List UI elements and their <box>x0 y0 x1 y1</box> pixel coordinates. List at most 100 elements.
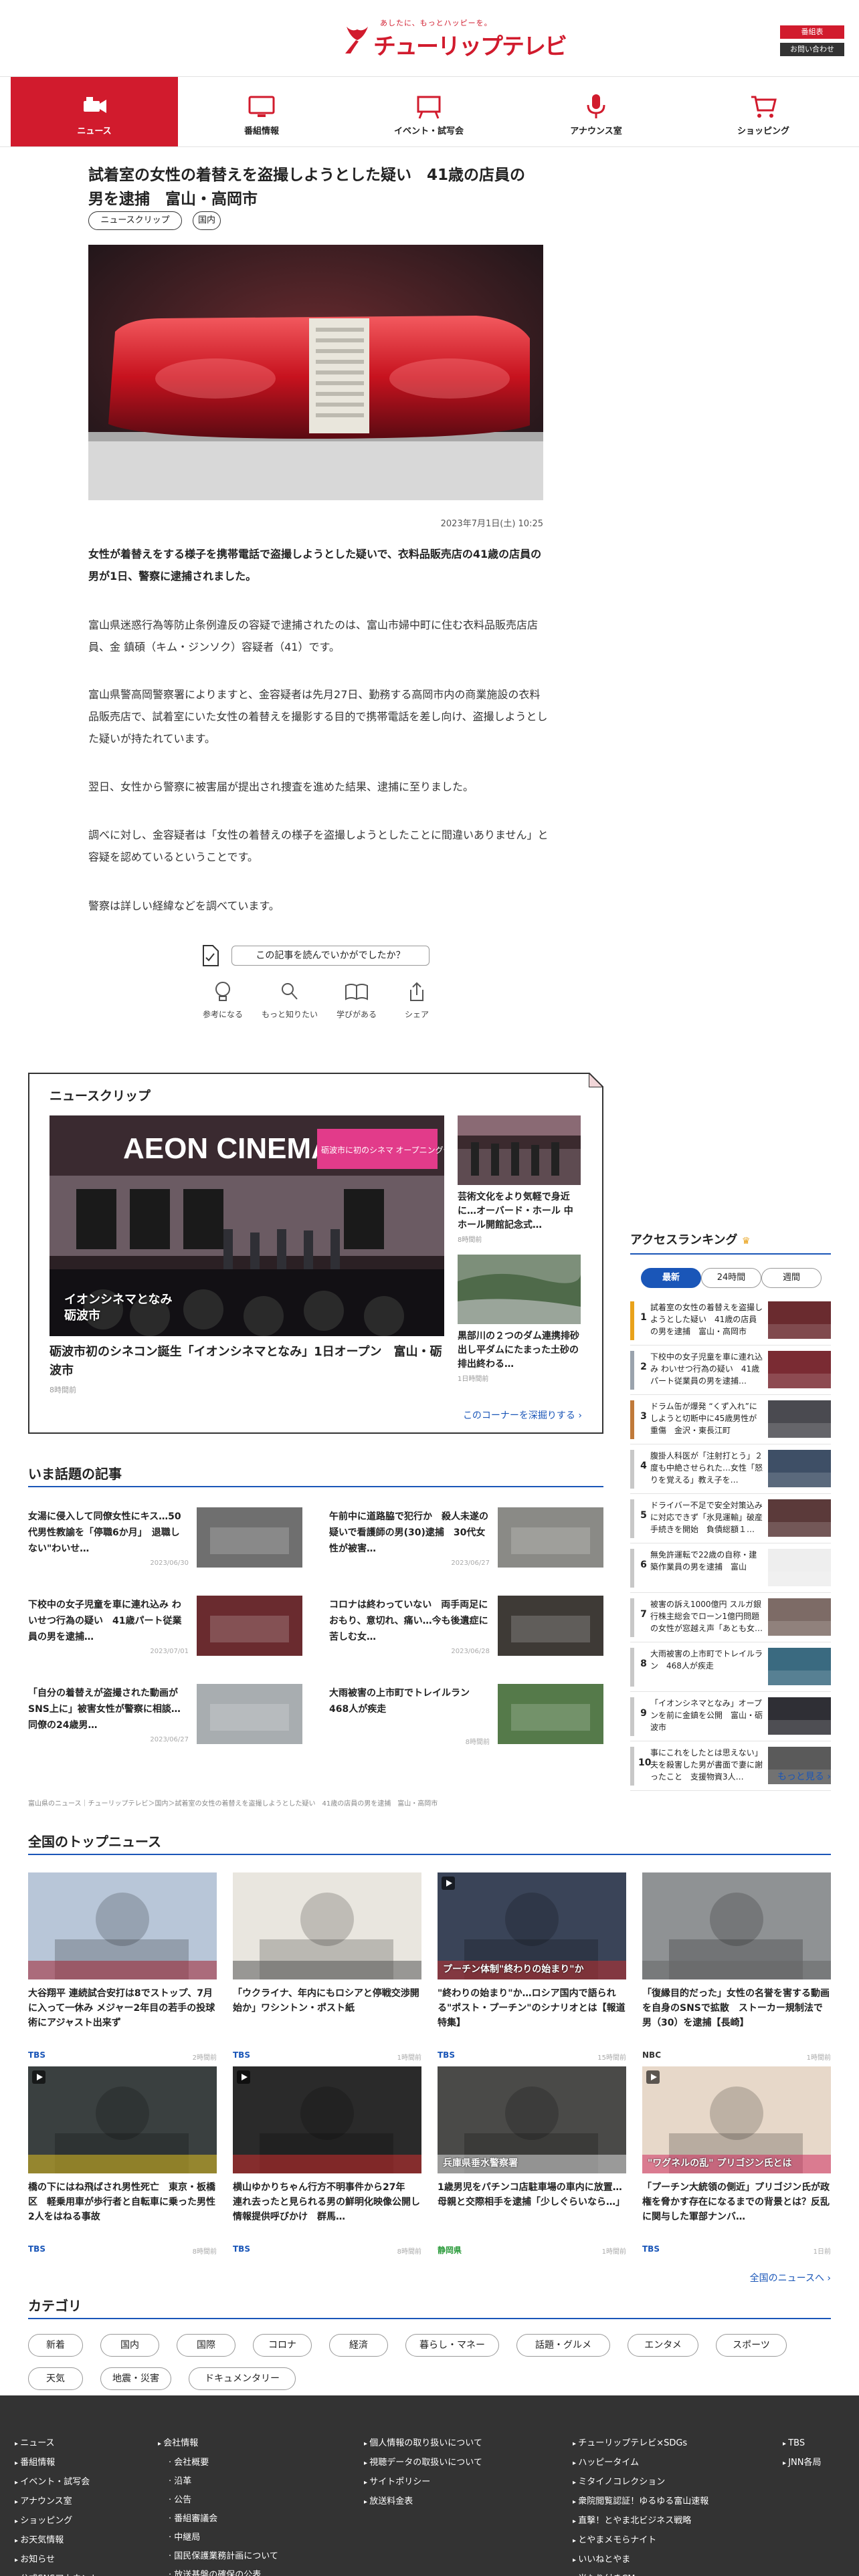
footer-link[interactable]: 会社概要 <box>158 2454 278 2472</box>
footer-link[interactable]: 中継局 <box>158 2529 278 2547</box>
category-chip[interactable]: 新着 <box>28 2334 83 2357</box>
footer-link[interactable]: 直撃！とやま北ビジネス戦略 <box>573 2512 708 2531</box>
nav-news[interactable]: ニュース <box>11 77 178 146</box>
feedback-know-more-button[interactable]: もっと知りたい <box>253 980 326 1023</box>
footer-link[interactable]: サイトポリシー <box>364 2473 482 2492</box>
top-news-item[interactable]: 「復縁目的だった」女性の名誉を害する動画を自身のSNSで拡散 ストーカー規制法で… <box>642 1872 831 2062</box>
ranking-item[interactable]: 1 試着室の女性の着替えを盗撮しようとした疑い 41歳の店員の男を逮捕 富山・高岡… <box>630 1296 831 1346</box>
top-news-more-link[interactable]: 全国のニュースへ › <box>750 2271 831 2284</box>
category-chip[interactable]: 暮らし・マネー <box>405 2334 499 2357</box>
footer-link[interactable]: ハッピータイム <box>573 2454 708 2473</box>
ranking-tab-weekly[interactable]: 週間 <box>761 1268 822 1288</box>
trending-item[interactable]: 女湯に侵入して同僚女性にキス…50代男性教諭を「停職6か月」 退職しない"わいせ… <box>28 1505 302 1572</box>
footer-link[interactable]: ニュース <box>15 2434 98 2454</box>
category-chip[interactable]: ドキュメンタリー <box>189 2367 296 2390</box>
footer-link[interactable]: 放送料金表 <box>364 2492 482 2512</box>
footer-link[interactable]: 沿革 <box>158 2472 278 2491</box>
footer-link[interactable]: イベント・試写会 <box>15 2473 98 2492</box>
trending-item[interactable]: 午前中に道路脇で犯行か 殺人未遂の疑いで看護師の男(30)逮捕 30代女性が被害… <box>329 1505 603 1572</box>
ranking-item[interactable]: 3 ドラム缶が爆発 “くず入れ”にしようと切断中に45歳男性が重傷 金沢・東長江町 <box>630 1395 831 1444</box>
ranking-item[interactable]: 4 腹掛人科医が「注射打とう」２度も中絶させられた…女性「怒りを覚える」教え子を… <box>630 1444 831 1494</box>
category-chip[interactable]: 経済 <box>329 2334 388 2357</box>
thumbnail-caption: 兵庫県垂水警察署 <box>443 2158 518 2169</box>
category-heading: カテゴリ <box>28 2298 82 2314</box>
inquiry-button[interactable]: お問い合わせ <box>780 43 844 56</box>
footer-link[interactable]: 番組審議会 <box>158 2510 278 2529</box>
footer-link[interactable]: TBS <box>783 2434 822 2454</box>
news-clip-side-item[interactable]: 芸術文化をより気軽で身近に…オーバード・ホール 中ホール開館記念式… 8時間前 <box>458 1115 581 1244</box>
trending-item[interactable]: 大雨被害の上市町でトレイルラン 468人が疾走 8時間前 <box>329 1681 603 1748</box>
footer-link[interactable]: とやまメモらナイト <box>573 2531 708 2551</box>
footer-link[interactable]: 公式SNSアカウント <box>15 2570 98 2576</box>
top-news-item[interactable]: 橋の下にはね飛ばされ男性死亡 東京・板橋区 軽乗用車が歩行者と自転車に乗った男性… <box>28 2066 217 2256</box>
category-chip[interactable]: 天気 <box>28 2367 83 2390</box>
rank-title: 無免許運転で22歳の自称・建築作業員の男を逮捕 富山 <box>650 1550 757 1572</box>
footer-link[interactable]: チューリップテレビ×SDGs <box>573 2434 708 2454</box>
footer-link[interactable]: 公告 <box>158 2491 278 2510</box>
footer-link[interactable]: お知らせ <box>15 2551 98 2570</box>
footer-link[interactable]: 視聴データの取扱いについて <box>364 2454 482 2473</box>
play-icon <box>442 1876 455 1890</box>
site-logo[interactable]: あしたに、もっとハッピーを。 チューリップテレビ <box>341 17 567 60</box>
footer-link[interactable]: 衆院閲覧認証！ゆるゆる富山速報 <box>573 2492 708 2512</box>
top-news-item[interactable]: 「ウクライナ、年内にもロシアと停戦交渉開始か」ワシントン・ポスト紙 TBS 1時間前 <box>233 1872 421 2062</box>
top-news-time: 15時間前 <box>597 2054 626 2062</box>
ranking-more-link[interactable]: もっと見る › <box>777 1769 831 1783</box>
nav-shopping[interactable]: ショッピング <box>680 77 847 146</box>
category-chip[interactable]: コロナ <box>253 2334 312 2357</box>
nav-events[interactable]: イベント・試写会 <box>345 77 512 146</box>
top-news-item[interactable]: プーチン体制"終わりの始まり"か "終わりの始まり"か…ロシア国内で語られる"ポス… <box>438 1872 626 2062</box>
ranking-item[interactable]: 9 「イオンシネマとなみ」オープンを前に金鎮を公開 富山・砺波市 <box>630 1692 831 1741</box>
trending-item[interactable]: 下校中の女子児童を車に連れ込み わいせつ行為の疑い 41歳パート従業員の男を逮捕… <box>28 1593 302 1660</box>
category-chip[interactable]: 話題・グルメ <box>516 2334 610 2357</box>
nav-announcers[interactable]: アナウンス室 <box>512 77 680 146</box>
article-title-line1: 試着室の女性の着替えを盗撮しようとした疑い 41歳の店員の <box>88 167 526 184</box>
category-chip[interactable]: 地震・災害 <box>100 2367 171 2390</box>
ranking-item[interactable]: 7 被害の訴え1000億円 スルガ銀行株主総会でローン1億円問題の女性が窓越え声「… <box>630 1593 831 1642</box>
footer-link[interactable]: 当たり付きCM <box>573 2570 708 2576</box>
nav-programs[interactable]: 番組情報 <box>178 77 345 146</box>
footer-link[interactable]: 会社情報 <box>158 2434 278 2454</box>
rank-number: 7 <box>640 1609 647 1620</box>
ranking-item[interactable]: 6 無免許運転で22歳の自称・建築作業員の男を逮捕 富山 <box>630 1543 831 1593</box>
share-button[interactable]: シェア <box>380 980 454 1023</box>
news-clip-side-item[interactable]: 黒部川の２つのダム連携排砂 出し平ダムにたまった土砂の排出終わる… 1日時間前 <box>458 1255 581 1383</box>
news-clip-main-title[interactable]: 砺波市初のシネコン誕生「イオンシネマとなみ」1日オープン 富山・砺波市 <box>50 1343 444 1380</box>
footer-link[interactable]: 国民保護業務計画について <box>158 2547 278 2566</box>
ranking-tab-24h[interactable]: 24時間 <box>701 1268 761 1288</box>
category-chip[interactable]: 国際 <box>177 2334 235 2357</box>
top-news-item[interactable]: 横山ゆかりちゃん行方不明事件から27年 連れ去ったと見られる男の鮮明化映像公開し… <box>233 2066 421 2256</box>
category-chip[interactable]: エンタメ <box>628 2334 698 2357</box>
category-chip[interactable]: スポーツ <box>716 2334 787 2357</box>
footer-link[interactable]: JNN各局 <box>783 2454 821 2473</box>
news-clip-more-link[interactable]: このコーナーを深掘りする › <box>463 1408 582 1422</box>
ranking-item[interactable]: 10 事にこれをしたとは思えない」夫を殺害した男が書面で妻に謝ったこと 支援物資3… <box>630 1741 831 1791</box>
trending-item[interactable]: コロナは終わっていない 両手両足におもり、意切れ、痛い…今も後遺症に苦しむ女… 2… <box>329 1593 603 1660</box>
top-news-item[interactable]: "ワグネルの乱" プリゴジン氏とは 「プーチン大統領の側近」プリゴジン氏が政権を脅… <box>642 2066 831 2256</box>
trending-item[interactable]: 「自分の着替えが盗撮された動画がSNS上に」被害女性が警察に相談…同僚の24歳男… <box>28 1681 302 1748</box>
footer-link[interactable]: アナウンス室 <box>15 2492 98 2512</box>
footer-link[interactable]: いいねとやま <box>573 2551 708 2570</box>
lightbulb-icon <box>215 982 230 1001</box>
tag-domestic[interactable]: 国内 <box>193 211 221 230</box>
footer-link[interactable]: 個人情報の取り扱いについて <box>364 2434 482 2454</box>
news-clip-main-image[interactable]: AEON CINEMA 砺波市に初のシネマ オープニングセレモニー イオンシネマ… <box>50 1115 444 1336</box>
category-chip[interactable]: 国内 <box>100 2334 159 2357</box>
footer-link[interactable]: 放送基盤の確保の公表 <box>158 2566 278 2576</box>
ranking-item[interactable]: 2 下校中の女子児童を車に連れ込み わいせつ行為の疑い 41歳パート従業員の男を逮… <box>630 1346 831 1395</box>
program-table-button[interactable]: 番組表 <box>780 25 844 39</box>
feedback-helpful-button[interactable]: 参考になる <box>186 980 260 1023</box>
ranking-item[interactable]: 8 大雨被害の上市町でトレイルラン 468人が疾走 <box>630 1642 831 1692</box>
footer-link[interactable]: ショッピング <box>15 2512 98 2531</box>
top-news-thumbnail: 兵庫県垂水警察署 <box>438 2066 626 2173</box>
footer-link[interactable]: 番組情報 <box>15 2454 98 2473</box>
trending-title: コロナは終わっていない 両手両足におもり、意切れ、痛い…今も後遺症に苦しむ女… <box>329 1600 488 1642</box>
ranking-tab-latest[interactable]: 最新 <box>641 1268 701 1288</box>
footer-link[interactable]: お天気情報 <box>15 2531 98 2551</box>
side-time: 1日時間前 <box>458 1376 489 1383</box>
ranking-item[interactable]: 5 ドライバー不足で安全対策込みに対応できず「氷見運輸」破産手続きを開始 負債総額… <box>630 1494 831 1543</box>
top-news-item[interactable]: 兵庫県垂水警察署 1歳男児をパチンコ店駐車場の車内に放置…母親と交際相手を逮捕「少… <box>438 2066 626 2256</box>
tag-news-clip[interactable]: ニュースクリップ <box>88 211 182 230</box>
footer-link[interactable]: ミタイノコレクション <box>573 2473 708 2492</box>
top-news-item[interactable]: 大谷翔平 連続試合安打は8でストップ、7月に入って一休み メジャー2年目の若手の… <box>28 1872 217 2062</box>
